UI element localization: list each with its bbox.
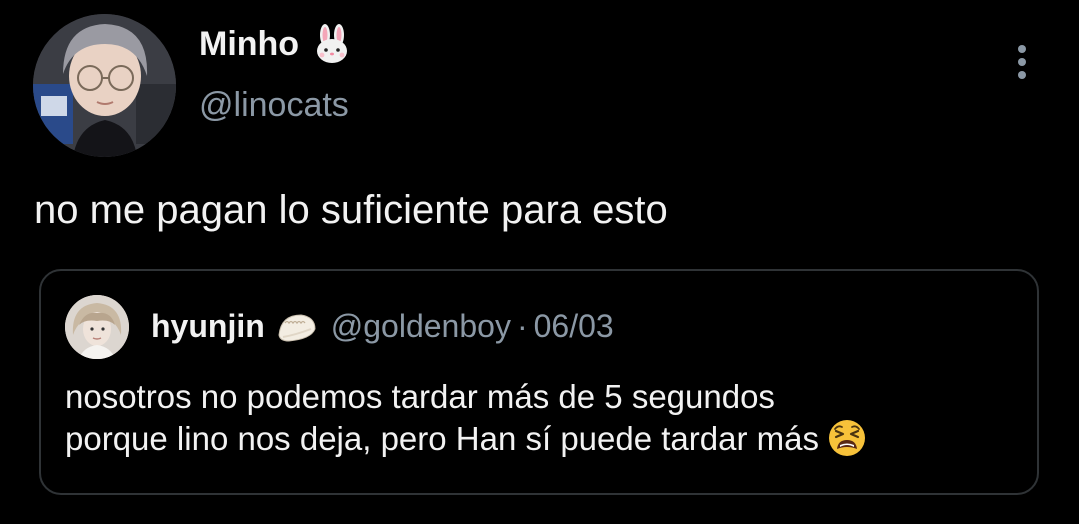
quoted-tweet-line: porque lino nos deja, pero Han sí puede …: [65, 420, 819, 457]
quoted-tweet-text: nosotros no podemos tardar más de 5 segu…: [65, 376, 867, 460]
weary-face-icon: [827, 418, 867, 458]
quoted-tweet-date[interactable]: 06/03: [534, 308, 614, 345]
quoted-author-avatar[interactable]: [65, 295, 129, 359]
author-display-name[interactable]: Minho: [199, 25, 299, 64]
quoted-tweet-header: hyunjin @goldenboy · 06/03: [151, 308, 614, 345]
more-options-button[interactable]: [1006, 40, 1038, 84]
tweet-text: no me pagan lo suficiente para esto: [34, 188, 668, 232]
quoted-tweet-line-with-emoji: porque lino nos deja, pero Han sí puede …: [65, 418, 867, 460]
rabbit-face-icon: [313, 24, 351, 64]
more-vertical-icon: [1018, 58, 1026, 66]
author-avatar[interactable]: [33, 14, 176, 157]
dumpling-icon: [275, 309, 319, 345]
more-vertical-icon: [1018, 71, 1026, 79]
header-separator: ·: [516, 308, 528, 344]
quoted-author-handle[interactable]: @goldenboy: [331, 308, 511, 345]
author-name-row[interactable]: Minho: [199, 24, 351, 64]
author-handle[interactable]: @linocats: [199, 86, 349, 125]
quoted-tweet-line: nosotros no podemos tardar más de 5 segu…: [65, 378, 775, 415]
quoted-author-display-name[interactable]: hyunjin: [151, 308, 265, 345]
quoted-tweet-card[interactable]: hyunjin @goldenboy · 06/03 nosotros no p…: [39, 269, 1039, 495]
more-vertical-icon: [1018, 45, 1026, 53]
